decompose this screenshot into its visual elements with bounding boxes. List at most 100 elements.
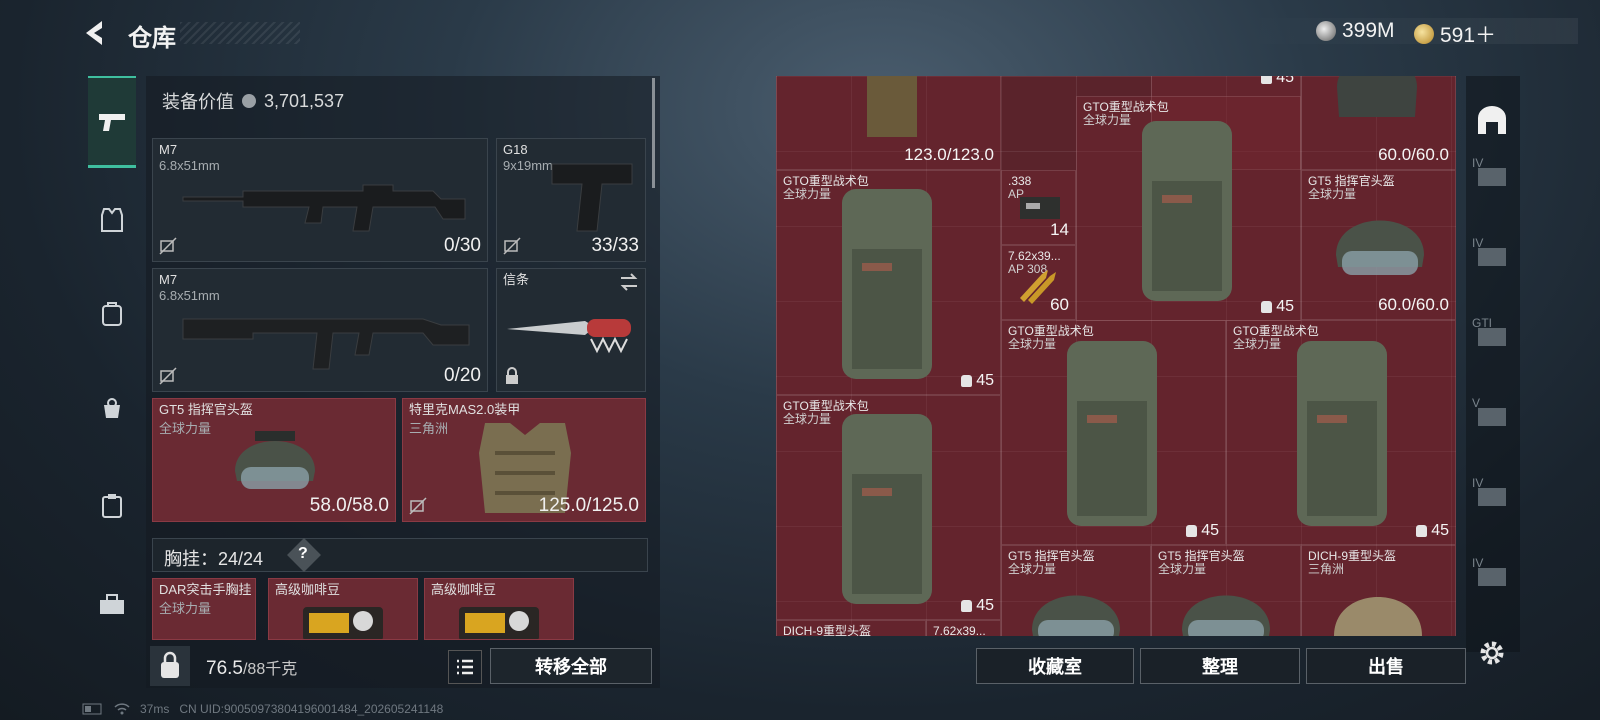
slot-armor[interactable]: 特里克MAS2.0装甲 三角洲 125.0/125.0: [402, 398, 646, 522]
ammo-count: 0/30: [444, 235, 481, 256]
stash-tab-2[interactable]: [1474, 240, 1510, 270]
case-icon: [1478, 568, 1506, 586]
weight-icon: [1261, 76, 1273, 84]
chest-rig-item[interactable]: 高级咖啡豆: [424, 578, 574, 640]
stash-item[interactable]: 60.0/60.0: [1301, 76, 1456, 170]
slot-secondary-weapon[interactable]: M7 6.8x51mm 0/20: [152, 268, 488, 392]
silver-amount: 399M: [1342, 19, 1395, 42]
item-faction: 全球力量: [783, 412, 832, 426]
no-insurance-icon: [159, 367, 177, 385]
back-button[interactable]: [80, 18, 110, 48]
capacity: 45: [1186, 522, 1219, 540]
tab-toolbox[interactable]: [88, 580, 136, 628]
slot-sidearm[interactable]: G18 9x19mm 33/33: [496, 138, 646, 262]
stash-item[interactable]: GTO重型战术包 全球力量 45: [1076, 96, 1301, 321]
chest-rig-item[interactable]: 高级咖啡豆: [268, 578, 418, 640]
item-faction: 三角洲: [409, 421, 449, 436]
loadout-scrollbar[interactable]: [652, 78, 655, 188]
durability: 123.0/123.0: [904, 145, 994, 164]
stash-item[interactable]: GTO重型战术包 全球力量 45: [1226, 320, 1456, 545]
tab-armor[interactable]: [88, 196, 136, 244]
toolbox-icon: [100, 594, 124, 614]
capacity: 45: [1261, 298, 1294, 316]
case-icon: [1478, 408, 1506, 426]
stash-tab-3[interactable]: [1474, 320, 1510, 350]
durability: 60.0/60.0: [1378, 295, 1449, 314]
case-icon: [1478, 488, 1506, 506]
back-arrow-icon: [86, 21, 102, 45]
tab-bag[interactable]: [88, 384, 136, 432]
chest-rig-item[interactable]: DAR突击手胸挂 全球力量: [152, 578, 256, 640]
stash-item[interactable]: GTO重型战术包 全球力量 45: [1001, 320, 1226, 545]
stash-item[interactable]: GT5 指挥官头盔 全球力量: [1001, 545, 1151, 636]
stash-item[interactable]: GTO重型战术包 全球力量 45: [776, 170, 1001, 395]
help-icon: ?: [298, 545, 308, 562]
swap-icon[interactable]: [619, 273, 639, 291]
backpack-image: [1142, 121, 1232, 301]
no-insurance-icon: [159, 237, 177, 255]
backpack-image: [842, 414, 932, 604]
sort-button[interactable]: 整理: [1140, 648, 1300, 684]
transfer-all-button[interactable]: 转移全部: [490, 648, 652, 684]
bag-icon: [104, 398, 120, 418]
currency-silver[interactable]: 399M: [1316, 19, 1395, 43]
stash-item[interactable]: 7.62x39...: [926, 620, 1001, 636]
stash-item[interactable]: 123.0/123.0: [776, 76, 1001, 170]
item-name: 7.62x39...: [933, 624, 986, 637]
stash-tab-main[interactable]: [1474, 104, 1510, 138]
stash-tab-5[interactable]: [1474, 480, 1510, 510]
item-name: DAR突击手胸挂: [159, 582, 252, 597]
item-name: M7: [159, 142, 178, 157]
warehouse-icon: [1478, 106, 1506, 134]
wifi-icon: [114, 703, 130, 715]
carry-weight-max: /88千克: [242, 661, 298, 678]
item-faction: 全球力量: [1008, 337, 1057, 351]
user-uid: CN UID:9005097380419600148​4_20260524114…: [179, 702, 444, 716]
weight-icon: [161, 651, 179, 678]
stash-tab-4[interactable]: [1474, 400, 1510, 430]
item-faction: 全球力量: [159, 421, 212, 436]
weight-icon-button[interactable]: [150, 646, 190, 686]
gold-coin-icon: [1414, 24, 1434, 44]
currency-bar: [1246, 18, 1578, 44]
stash-item[interactable]: DICH-9重型头盔 三角洲: [1301, 545, 1456, 636]
backpack-image: [1297, 341, 1387, 526]
stash-item[interactable]: 7.62x39... AP 308 60: [1001, 245, 1076, 320]
ammo-belt-image: [867, 76, 917, 137]
equipment-value: 装备价值 3,701,537: [162, 88, 344, 114]
slot-helmet[interactable]: GT5 指挥官头盔 全球力量 58.0/58.0: [152, 398, 396, 522]
durability: 58.0/58.0: [309, 495, 389, 516]
stash-tab-1[interactable]: [1474, 160, 1510, 190]
stash-tab-6[interactable]: [1474, 560, 1510, 590]
stash-item[interactable]: DICH-9重型头盔: [776, 620, 926, 636]
collection-room-button[interactable]: 收藏室: [976, 648, 1134, 684]
capacity: 45: [961, 372, 994, 390]
tab-weapons[interactable]: [88, 76, 136, 168]
item-count: 14: [1050, 220, 1069, 239]
pistol-icon: [99, 113, 125, 131]
currency-gold[interactable]: 591＋: [1414, 19, 1496, 49]
case-icon: [1478, 248, 1506, 266]
tab-supplies[interactable]: [88, 482, 136, 530]
stash-item[interactable]: GT5 指挥官头盔 全球力量: [1151, 545, 1301, 636]
tab-backpack[interactable]: [88, 290, 136, 338]
lock-icon: [506, 367, 518, 384]
ammo-count: 33/33: [591, 235, 639, 256]
list-view-button[interactable]: [448, 650, 482, 684]
pistol-image: [551, 163, 633, 232]
stash-item[interactable]: GT5 指挥官头盔 全球力量 60.0/60.0: [1301, 170, 1456, 320]
stash-item[interactable]: .338 AP 14: [1001, 170, 1076, 245]
slot-melee[interactable]: 信条: [496, 268, 646, 392]
settings-button[interactable]: [1477, 638, 1507, 668]
capacity: 45: [1416, 522, 1449, 540]
slot-primary-weapon[interactable]: M7 6.8x51mm 0/30: [152, 138, 488, 262]
durability: 125.0/125.0: [538, 495, 639, 516]
stash-item[interactable]: GTO重型战术包 全球力量 45: [776, 395, 1001, 620]
capacity: 45: [1261, 76, 1294, 87]
equipment-value-label: 装备价值: [162, 92, 234, 112]
item-faction: 全球力量: [1083, 113, 1132, 127]
helmet-image: [1337, 76, 1417, 117]
sell-button[interactable]: 出售: [1306, 648, 1466, 684]
item-caliber: 9x19mm: [503, 158, 553, 173]
ammo-count: 0/20: [444, 365, 481, 386]
